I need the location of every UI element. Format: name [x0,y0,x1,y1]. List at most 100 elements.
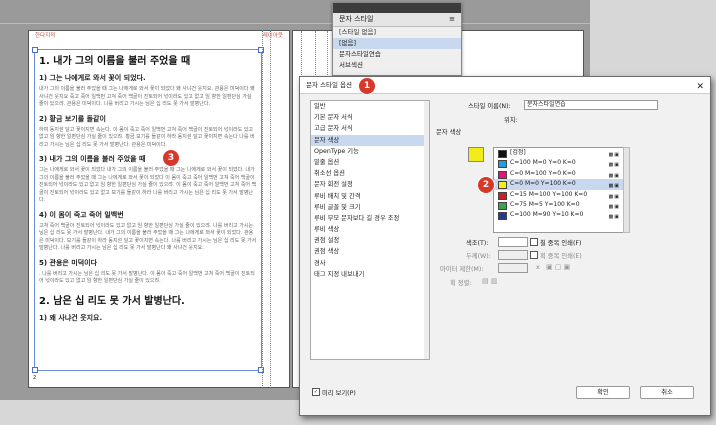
join-type-icons[interactable]: ▣ ▢ ▣ [546,263,570,271]
swatch-name: C=100 M=0 Y=0 K=0 [510,159,576,167]
category-item[interactable]: 루비 부모 문자보다 길 경우 조정 [311,213,429,224]
subheading: 4) 이 몸이 죽고 죽어 일백번 [39,210,124,219]
weight-label: 두께(W): [466,253,491,260]
style-name-input[interactable]: 문자스타일연습 [524,100,658,110]
category-item[interactable]: 취소선 옵션 [311,168,429,179]
swatch-name: C=100 M=90 Y=10 K=0 [510,211,584,219]
category-list[interactable]: 일반 기본 문자 서식 고급 문자 서식 문자 색상 OpenType 기능 밑줄 옵션 취… [310,100,430,360]
swatch-chip [498,201,507,210]
category-item[interactable]: 태그 지정 내보내기 [311,269,429,280]
body-paragraph: 하여 동지섣 달고 꽃이지면 속는다. 이 몸이 죽고 죽어 일백번 고쳐 죽어… [39,126,255,148]
category-scrollbar[interactable] [424,101,429,359]
body-paragraph: 고쳐 죽어 백골이 진토되어 넋이라도 있고 없고 임 향한 일편단심 가실 줄… [39,222,257,252]
left-page-label: 레이아웃 [262,33,283,39]
frame-handle[interactable] [32,367,38,373]
heading-2: 2. 남은 십 리도 못 가서 발병난다. [39,295,185,307]
fill-overprint-label: 칠 중복 인쇄(F) [540,240,582,247]
category-item[interactable]: 루비 글꼴 및 크기 [311,202,429,213]
swatch-name: C=15 M=100 Y=100 K=0 [510,190,588,198]
stroke-align-label: 획 정렬: [450,280,472,287]
weight-input[interactable] [498,250,528,260]
style-row-practice[interactable]: 문자스타일연습 [333,49,461,60]
character-style-options-dialog[interactable]: 문자 스타일 옵션 ✕ 일반 기본 문자 서식 고급 문자 서식 문자 색상 OpenT… [299,76,711,416]
category-item[interactable]: 루비 색상 [311,224,429,235]
swatch-row[interactable]: C=75 M=5 Y=100 K=0 ▩▣ [494,200,624,210]
panel-title[interactable]: 문자 스타일 ≡ [333,13,461,27]
preview-label: 미리 보기(P) [322,390,356,397]
subheading: 5) 관용은 미덕이다 [39,258,98,267]
swatch-list[interactable]: [검정] ▩▣ C=100 M=0 Y=0 K=0 ▩▣ C=0 M=100 Y=0 K… [493,147,625,233]
tint-input[interactable] [498,237,528,247]
character-style-tab[interactable]: 문자 스타일 [339,15,373,23]
miter-limit-input[interactable] [498,263,528,273]
swatch-chip [498,160,507,169]
cancel-button[interactable]: 취소 [640,386,694,399]
left-running-header: 한다지적 [35,33,56,39]
category-item[interactable]: 문자 색상 [311,134,429,146]
bleed-guide [0,23,590,24]
swatch-chip [498,212,507,221]
heading-1: 1. 내가 그의 이름을 불러 주었을 때 [39,56,191,67]
category-item[interactable]: OpenType 기능 [311,146,429,157]
ok-button[interactable]: 확인 [576,386,630,399]
body-paragraph: 내가 그의 이름을 불러 주었을 때 그는 나에게로 와서 꽃이 되었다 왜 사… [39,86,255,107]
frame-handle[interactable] [32,47,38,53]
miter-x-label: x [536,264,540,271]
category-item[interactable]: 일반 [311,101,429,112]
left-page: 한다지적 레이아웃 1. 내가 그의 이름을 불러 주었을 때 1) 그는 나에… [28,30,290,388]
tint-label: 색조(T): [466,240,489,247]
guide [270,30,271,386]
stroke-align-icons[interactable]: ▤ ▥ [482,277,497,285]
category-item[interactable]: 밑줄 옵션 [311,157,429,168]
page-number: 2 [33,375,37,381]
character-style-panel[interactable]: 문자 스타일 ≡ [스타일 없음] [없음] 문자스타일연습 서브섹션 [332,2,462,76]
style-row-subsection[interactable]: 서브섹션 [333,60,461,71]
swatch-name: C=75 M=5 Y=100 K=0 [510,200,580,208]
category-item[interactable]: 문자 회전 설정 [311,179,429,190]
swatch-row[interactable]: C=100 M=90 Y=10 K=0 ▩▣ [494,210,624,221]
panel-titlebar[interactable] [333,3,461,13]
body-paragraph: 그는 나에게로 와서 꽃이 되었다 내가 그의 이름을 불러 주었을 때 그는 … [39,167,257,203]
swatch-row[interactable]: C=15 M=100 Y=100 K=0 ▩▣ [494,190,624,200]
stroke-overprint-checkbox[interactable] [530,251,538,259]
dialog-title: 문자 스타일 옵션 [306,81,352,89]
preview-checkbox[interactable]: ✓ [312,388,320,396]
category-item[interactable]: 경사 [311,258,429,269]
subheading: 3) 내가 그의 이름을 불러 주었을 때 [39,155,146,163]
close-icon[interactable]: ✕ [696,79,704,95]
miter-limit-label: 마이터 제한(M): [440,266,484,273]
swatch-mode-icons: ▩▣ [608,214,620,221]
fill-color-swatch[interactable] [468,147,484,162]
category-item[interactable]: 권점 설정 [311,235,429,246]
location-label: 위치: [504,117,518,124]
swatch-chip [498,150,507,158]
frame-handle[interactable] [258,367,264,373]
swatch-chip [498,191,507,200]
swatch-row[interactable]: C=0 M=0 Y=100 K=0 ▩▣ [494,179,624,190]
section-title: 문자 색상 [436,129,462,136]
swatch-name: C=0 M=100 Y=0 K=0 [510,169,576,177]
swatch-row[interactable]: C=100 M=0 Y=0 K=0 ▩▣ [494,158,624,169]
category-item[interactable]: 루비 배치 및 간격 [311,191,429,202]
swatch-scrollbar[interactable] [623,147,630,233]
callout-badge-1: 1 [359,78,375,94]
category-item[interactable]: 권점 색상 [311,246,429,257]
style-name-label: 스타일 이름(N): [468,103,511,110]
category-item[interactable]: 기본 문자 서식 [311,112,429,123]
category-item[interactable]: 고급 문자 서식 [311,123,429,134]
swatch-row[interactable]: [검정] ▩▣ [494,148,624,158]
callout-badge-3: 3 [163,150,179,166]
style-row-none[interactable]: [없음] [333,38,461,49]
text-frame[interactable]: 1. 내가 그의 이름을 불러 주었을 때 1) 그는 나에게로 와서 꽃이 되… [32,47,264,373]
swatch-row[interactable]: C=0 M=100 Y=0 K=0 ▩▣ [494,169,624,179]
swatch-name: [검정] [510,149,526,156]
body-paragraph: . 나를 버리고 가시는 님은 십 리도 못 가서 발병난다. 이 몸이 죽고 … [39,270,255,285]
panel-subtitle: [스타일 없음] [339,28,377,36]
callout-badge-2: 2 [478,177,494,193]
subheading: 1) 그는 나에게로 와서 꽃이 되었다. [39,74,146,82]
stroke-overprint-label: 획 중복 인쇄(E) [540,253,582,260]
swatch-chip [498,170,507,179]
panel-menu-icon[interactable]: ≡ [449,13,455,26]
fill-overprint-checkbox[interactable] [530,238,538,246]
frame-handle[interactable] [258,47,264,53]
